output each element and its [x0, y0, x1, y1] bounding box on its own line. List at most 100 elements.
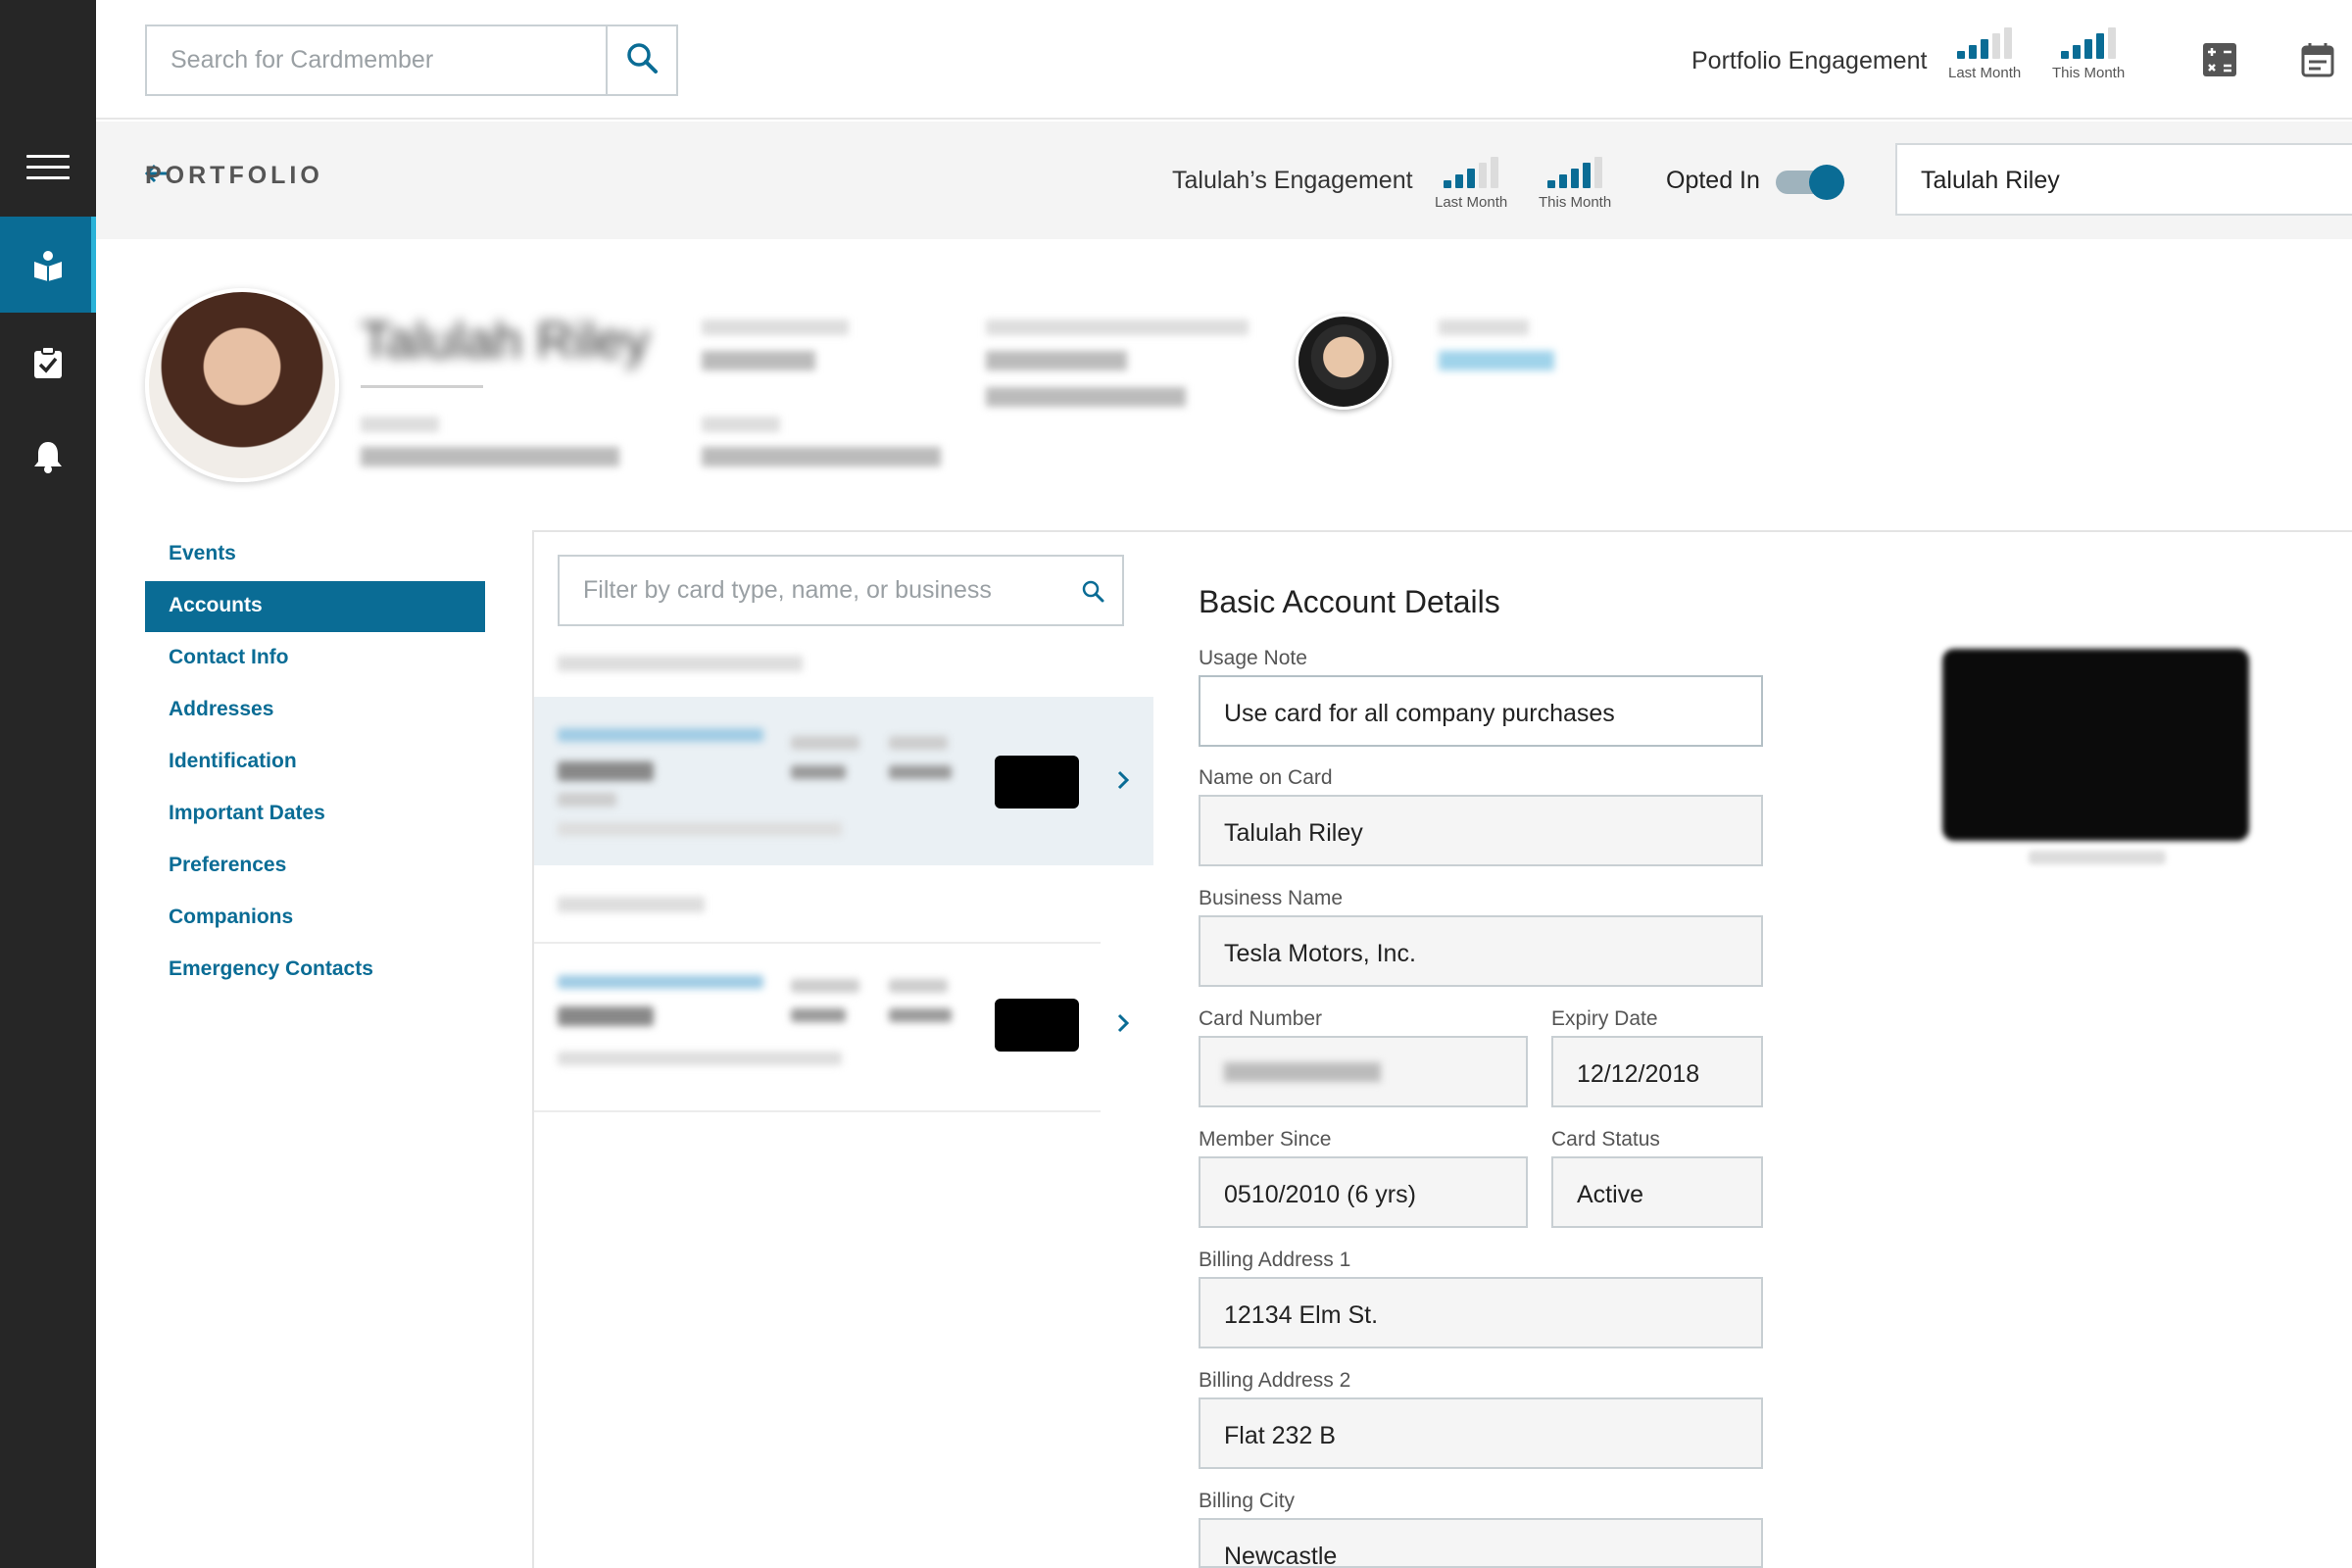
- cardmember-this-month-meter: This Month: [1539, 157, 1612, 211]
- job-title-value: [361, 447, 619, 466]
- card-filter: [558, 555, 1124, 626]
- bell-icon[interactable]: [28, 437, 68, 476]
- card-thumbnail: [995, 999, 1079, 1052]
- card-expiry-value-line: [791, 1008, 846, 1022]
- business-name-field[interactable]: Tesla Motors, Inc.: [1199, 915, 1763, 987]
- group-header-primary: [558, 656, 803, 671]
- cardmember-last-month-meter: Last Month: [1435, 157, 1508, 211]
- search-icon: [625, 41, 659, 79]
- billing-address-1-field[interactable]: 12134 Elm St.: [1199, 1277, 1763, 1348]
- left-rail: [0, 0, 96, 1568]
- usage-note-field[interactable]: Use card for all company purchases: [1199, 675, 1763, 747]
- preferred-name-label: [702, 319, 849, 335]
- card-thumbnail: [995, 756, 1079, 808]
- back-label: PORTFOLIO: [145, 162, 323, 189]
- name-on-card-label: Name on Card: [1199, 766, 1333, 789]
- chevron-right-icon[interactable]: [1110, 767, 1136, 793]
- card-filter-input[interactable]: [560, 576, 1063, 605]
- nav-companions[interactable]: Companions: [145, 893, 485, 944]
- sub-header: PORTFOLIO Talulah’s Engagement Last Mont…: [96, 122, 2352, 239]
- supp-for-link[interactable]: [1439, 351, 1554, 370]
- signal-bars-icon: [1547, 157, 1603, 188]
- card-list-panel: [532, 530, 1153, 1568]
- last-month-caption: Last Month: [1435, 194, 1508, 211]
- card-sub-line: [558, 793, 616, 807]
- preferred-name-value: [702, 351, 815, 370]
- expiry-date-field[interactable]: 12/12/2018: [1551, 1036, 1763, 1107]
- nav-cardmember-tile[interactable]: [0, 217, 96, 313]
- card-holder-line: [558, 761, 654, 781]
- nav-emergency-contacts[interactable]: Emergency Contacts: [145, 945, 485, 996]
- card-status-field[interactable]: Active: [1551, 1156, 1763, 1228]
- chevron-right-icon[interactable]: [1110, 1010, 1136, 1036]
- calculator-icon[interactable]: [2201, 41, 2238, 78]
- card-note-line: [558, 822, 842, 836]
- billing-city-field[interactable]: Newcastle: [1199, 1518, 1763, 1568]
- signal-bars-icon: [1957, 27, 2013, 59]
- cardmember-search-input[interactable]: [147, 26, 606, 94]
- back-to-portfolio-link[interactable]: PORTFOLIO: [144, 162, 319, 189]
- card-number-field[interactable]: [1199, 1036, 1528, 1107]
- billing-address-2-label: Billing Address 2: [1199, 1369, 1351, 1392]
- business-name-label: Business Name: [1199, 887, 1344, 909]
- cardmember-search: [145, 24, 678, 96]
- nav-identification[interactable]: Identification: [145, 737, 485, 788]
- card-status-value-line: [889, 1008, 952, 1022]
- card-holder-line: [558, 1006, 654, 1026]
- supp-for-label: [1439, 319, 1529, 335]
- nav-contact-info[interactable]: Contact Info: [145, 633, 485, 684]
- card-expiry-value-line: [791, 765, 846, 779]
- profile-name-underline: [361, 385, 483, 388]
- member-since-label: Member Since: [1199, 1128, 1332, 1151]
- menu-icon[interactable]: [26, 155, 70, 180]
- card-row[interactable]: [534, 697, 1153, 865]
- profile-name: Talulah Riley: [361, 313, 650, 369]
- details-top-border: [1152, 530, 2352, 532]
- nav-preferences[interactable]: Preferences: [145, 841, 485, 892]
- cardmember-engagement-label: Talulah’s Engagement: [1172, 167, 1413, 194]
- section-nav: Events Accounts Contact Info Addresses I…: [145, 529, 485, 997]
- card-status-value-line: [889, 765, 952, 779]
- name-on-card-field[interactable]: Talulah Riley: [1199, 795, 1763, 866]
- birthday-value: [702, 447, 941, 466]
- card-image: [1942, 649, 2249, 841]
- preferred-contact-label: [986, 319, 1249, 335]
- nav-important-dates[interactable]: Important Dates: [145, 789, 485, 840]
- card-number-label: Card Number: [1199, 1007, 1323, 1030]
- group-header-additional: [558, 897, 705, 912]
- cardmember-name-field[interactable]: Talulah Riley: [1895, 143, 2352, 216]
- job-title-label: [361, 416, 439, 432]
- card-expiry-label-line: [791, 736, 859, 750]
- this-month-caption: This Month: [1539, 194, 1612, 211]
- book-person-icon: [28, 245, 68, 284]
- nav-events[interactable]: Events: [145, 529, 485, 580]
- search-button[interactable]: [606, 26, 676, 94]
- expiry-date-label: Expiry Date: [1551, 1007, 1658, 1030]
- opted-in-toggle[interactable]: [1776, 165, 1846, 200]
- search-icon[interactable]: [1063, 579, 1122, 603]
- member-since-field[interactable]: 0510/2010 (6 yrs): [1199, 1156, 1528, 1228]
- card-expiry-label-line: [791, 979, 859, 993]
- card-note-line: [558, 1052, 842, 1065]
- card-row[interactable]: [534, 944, 1153, 1112]
- billing-city-label: Billing City: [1199, 1490, 1296, 1512]
- clipboard-check-icon[interactable]: [28, 343, 68, 382]
- portfolio-engagement-label: Portfolio Engagement: [1691, 47, 1928, 74]
- supplementary-avatar: [1296, 314, 1392, 410]
- signal-bars-icon: [2061, 27, 2117, 59]
- billing-address-2-field[interactable]: Flat 232 B: [1199, 1397, 1763, 1469]
- portfolio-last-month-meter: Last Month: [1948, 27, 2022, 81]
- card-status-label-line: [889, 736, 948, 750]
- signal-bars-icon: [1444, 157, 1499, 188]
- top-bar: Portfolio Engagement Last Month This Mon…: [96, 0, 2352, 120]
- nav-addresses[interactable]: Addresses: [145, 685, 485, 736]
- nav-accounts[interactable]: Accounts: [145, 581, 485, 632]
- this-month-caption: This Month: [2052, 65, 2126, 81]
- cardmember-avatar: [145, 288, 339, 482]
- calendar-icon[interactable]: [2299, 41, 2336, 78]
- usage-note-label: Usage Note: [1199, 647, 1307, 669]
- last-month-caption: Last Month: [1948, 65, 2022, 81]
- card-image-caption: [2029, 851, 2166, 864]
- card-type-line: [558, 975, 763, 989]
- card-number-obscured: [1224, 1062, 1381, 1082]
